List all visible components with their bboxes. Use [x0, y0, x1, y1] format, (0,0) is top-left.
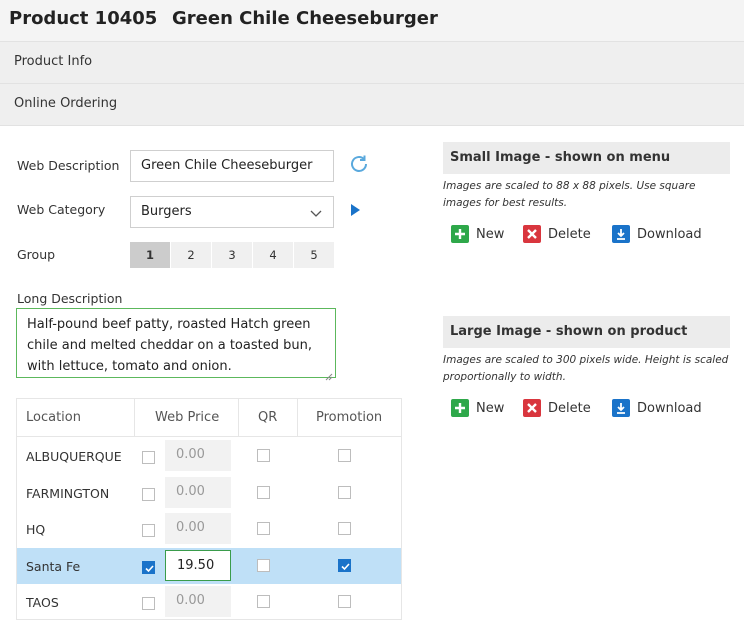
web-category-value: Burgers [141, 204, 192, 219]
column-header-web-price[interactable]: Web Price [155, 410, 219, 425]
plus-icon [451, 399, 469, 417]
group-selector: 1 2 3 4 5 [130, 242, 335, 268]
web-category-select[interactable]: Burgers [130, 196, 334, 228]
table-row[interactable]: TAOS 0.00 [17, 584, 401, 620]
web-price-input[interactable]: 0.00 [165, 440, 231, 471]
resize-grip-icon[interactable] [325, 367, 333, 381]
download-icon [612, 399, 630, 417]
group-button-4[interactable]: 4 [253, 242, 294, 268]
download-label: Download [637, 401, 702, 416]
delete-x-icon [523, 225, 541, 243]
promotion-checkbox[interactable] [338, 522, 351, 536]
web-enabled-checkbox[interactable] [142, 560, 155, 574]
web-price-input[interactable]: 0.00 [165, 586, 231, 618]
qr-checkbox[interactable] [257, 522, 270, 536]
group-button-3[interactable]: 3 [212, 242, 253, 268]
location-price-grid: Location Web Price QR Promotion ALBUQUER… [16, 398, 402, 620]
delete-label: Delete [548, 401, 591, 416]
long-description-label: Long Description [17, 291, 123, 306]
table-row[interactable]: ALBUQUERQUE 0.00 [17, 438, 401, 474]
group-button-5[interactable]: 5 [294, 242, 335, 268]
delete-x-icon [523, 399, 541, 417]
product-number: Product 10405 [9, 8, 158, 29]
page-header: Product 10405 Green Chile Cheeseburger [0, 0, 744, 42]
column-header-qr[interactable]: QR [258, 410, 277, 425]
section-online-ordering[interactable]: Online Ordering [0, 84, 744, 126]
location-name: Santa Fe [26, 558, 81, 574]
large-image-note: Images are scaled to 300 pixels wide. He… [443, 354, 729, 383]
small-image-note: Images are scaled to 88 x 88 pixels. Use… [443, 180, 696, 209]
table-row[interactable]: Santa Fe 19.50 [17, 547, 401, 584]
delete-label: Delete [548, 227, 591, 242]
column-header-location[interactable]: Location [26, 410, 81, 425]
section-product-info[interactable]: Product Info [0, 42, 744, 84]
promotion-checkbox[interactable] [338, 558, 351, 572]
web-enabled-checkbox[interactable] [142, 487, 155, 501]
column-divider [238, 399, 239, 437]
location-name: HQ [26, 522, 46, 538]
web-description-input[interactable]: Green Chile Cheeseburger [130, 150, 334, 182]
web-price-input[interactable]: 19.50 [165, 549, 231, 581]
web-price-input[interactable]: 0.00 [165, 476, 231, 508]
large-image-title: Large Image - shown on product [443, 316, 730, 348]
web-description-label: Web Description [17, 158, 120, 173]
table-row[interactable]: HQ 0.00 [17, 511, 401, 547]
table-row[interactable]: FARMINGTON 0.00 [17, 475, 401, 511]
column-divider [297, 399, 298, 437]
play-icon[interactable] [350, 202, 362, 216]
web-enabled-checkbox[interactable] [142, 597, 155, 611]
location-name: ALBUQUERQUE [26, 449, 122, 464]
qr-checkbox[interactable] [257, 558, 270, 572]
download-icon [612, 225, 630, 243]
qr-checkbox[interactable] [257, 595, 270, 609]
new-label: New [476, 227, 505, 242]
column-header-promotion[interactable]: Promotion [316, 410, 382, 425]
web-category-label: Web Category [17, 202, 106, 217]
location-name: TAOS [26, 595, 59, 611]
long-description-textarea[interactable]: Half-pound beef patty, roasted Hatch gre… [16, 308, 336, 381]
promotion-checkbox[interactable] [338, 485, 351, 499]
refresh-icon[interactable] [347, 152, 371, 176]
long-description-text: Half-pound beef patty, roasted Hatch gre… [27, 317, 312, 374]
web-enabled-checkbox[interactable] [142, 451, 155, 464]
group-button-2[interactable]: 2 [171, 242, 212, 268]
qr-checkbox[interactable] [257, 449, 270, 462]
promotion-checkbox[interactable] [338, 449, 351, 462]
promotion-checkbox[interactable] [338, 595, 351, 609]
chevron-down-icon [309, 206, 323, 220]
group-button-1[interactable]: 1 [130, 242, 171, 268]
group-label: Group [17, 247, 56, 262]
download-label: Download [637, 227, 702, 242]
column-divider [134, 399, 135, 437]
qr-checkbox[interactable] [257, 485, 270, 499]
web-enabled-checkbox[interactable] [142, 524, 155, 538]
location-name: FARMINGTON [26, 485, 110, 501]
plus-icon [451, 225, 469, 243]
web-price-input[interactable]: 0.00 [165, 513, 231, 545]
grid-header: Location Web Price QR Promotion [17, 399, 401, 437]
product-name: Green Chile Cheeseburger [172, 8, 438, 29]
new-label: New [476, 401, 505, 416]
small-image-title: Small Image - shown on menu [443, 142, 730, 174]
